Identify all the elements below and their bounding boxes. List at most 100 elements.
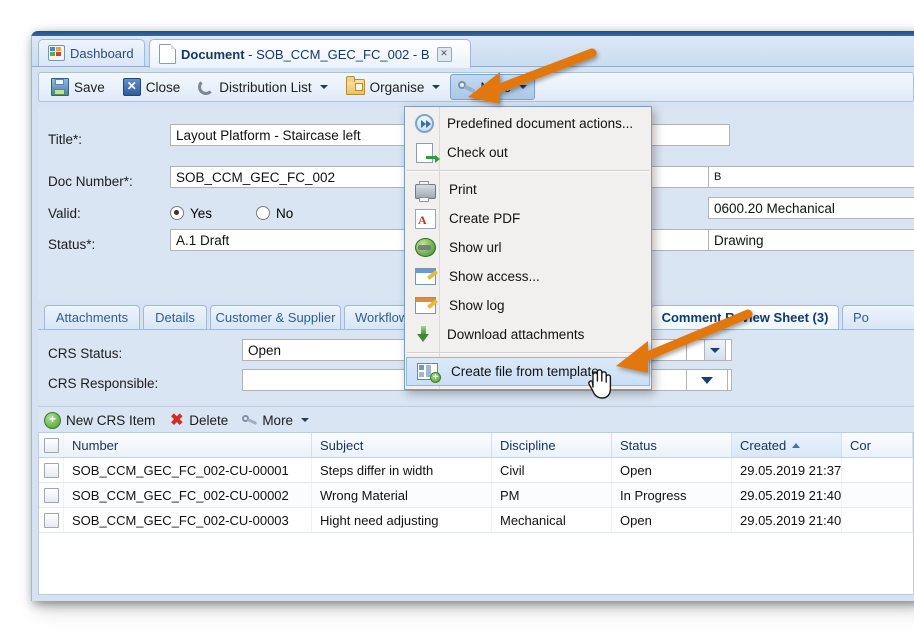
menu-item-label: Download attachments [447,327,584,342]
column-header-discipline[interactable]: Discipline [492,433,612,457]
check-out-icon [415,143,434,162]
new-crs-item-button[interactable]: + New CRS Item [44,412,155,429]
doc-number-input-value: SOB_CCM_GEC_FC_002 [176,170,335,185]
organise-button-label: Organise [370,80,425,95]
tab-portfolio[interactable]: Po [842,305,914,329]
discipline-input[interactable]: 0600.20 Mechanical [708,197,914,219]
menu-item-download-attachments[interactable]: Download attachments [405,320,651,349]
cell-cor [842,508,913,532]
menu-item-show-access[interactable]: Show access... [405,262,651,291]
menu-item-label: Check out [447,145,508,160]
status-input-value: A.1 Draft [176,233,229,248]
folder-organise-icon [346,79,365,95]
menu-item-label: Create PDF [449,211,520,226]
chevron-down-icon [301,418,309,422]
window-tab-dashboard[interactable]: Dashboard [38,39,145,66]
tab-label: Po [853,310,869,325]
close-button-label: Close [146,80,181,95]
title-input-value: Layout Platform - Staircase left [176,128,361,143]
chevron-down-icon [432,85,440,89]
close-icon[interactable]: ✕ [437,47,452,62]
table-row[interactable]: SOB_CCM_GEC_FC_002-CU-00003 Hight need a… [39,508,913,533]
tab-customer-supplier[interactable]: Customer & Supplier [210,305,341,329]
menu-separator [407,170,649,172]
more-button[interactable]: More [450,74,535,100]
cell-status: In Progress [612,483,732,507]
wrench-icon [458,80,475,95]
tab-comment-review-sheet[interactable]: Comment Review Sheet (3) [651,305,839,329]
grid-more-button[interactable]: More [242,413,309,428]
distribution-list-button[interactable]: Distribution List [190,74,335,100]
crs-status-value: Open [248,343,281,358]
distribution-list-icon [198,79,214,95]
column-label: Created [740,438,786,453]
close-icon: ✕ [123,78,141,96]
document-icon [159,44,176,64]
dashboard-icon [48,45,65,61]
doc-type-input-value: Drawing [714,233,764,248]
tab-label: Details [155,310,195,325]
menu-separator [407,352,649,354]
wrench-icon [242,414,257,427]
dropdown-button[interactable] [704,340,725,360]
select-all-checkbox[interactable] [44,438,59,453]
menu-item-check-out[interactable]: Check out [405,138,651,167]
menu-item-print[interactable]: Print [405,175,651,204]
title-label: Title*: [48,132,82,147]
doc-number-field-row: Doc Number*: [48,168,133,194]
crs-status-dropdown[interactable] [686,339,726,361]
valid-field-row: Valid: [48,200,81,226]
row-select-cell[interactable] [39,458,64,482]
screenshot-root: Dashboard Document - SOB_CCM_GEC_FC_002 … [0,0,914,632]
tab-details[interactable]: Details [143,305,207,329]
select-all-cell[interactable] [39,433,64,457]
save-button[interactable]: Save [43,74,113,100]
column-label: Status [620,438,657,453]
column-header-created[interactable]: Created [732,433,842,457]
organise-button[interactable]: Organise [338,74,449,100]
column-header-cor[interactable]: Cor [842,433,913,457]
delete-x-icon: ✖ [169,413,184,428]
new-crs-item-label: New CRS Item [66,413,155,428]
crs-items-grid: Number Subject Discipline Status Created [38,432,914,595]
window-tab-label: Dashboard [70,46,134,61]
doc-type-input[interactable]: Drawing [708,229,914,251]
delete-button[interactable]: ✖ Delete [169,413,228,428]
revision-input[interactable]: B [708,166,914,188]
save-button-label: Save [74,80,105,95]
access-key-icon [415,268,436,285]
row-select-cell[interactable] [39,508,64,532]
menu-item-predefined-document-actions[interactable]: Predefined document actions... [405,109,651,138]
window-tab-label: Document - SOB_CCM_GEC_FC_002 - B [181,47,430,62]
crs-responsible-dropdown[interactable] [686,369,728,391]
valid-radio-yes[interactable]: Yes [170,206,212,221]
crs-status-label: CRS Status: [48,346,122,361]
menu-item-show-url[interactable]: Show url [405,233,651,262]
table-row[interactable]: SOB_CCM_GEC_FC_002-CU-00001 Steps differ… [39,458,913,483]
cell-number: SOB_CCM_GEC_FC_002-CU-00003 [64,508,312,532]
dropdown-button[interactable] [687,370,727,390]
status-field-row: Status*: [48,231,95,257]
column-header-number[interactable]: Number [64,433,312,457]
tab-attachments[interactable]: Attachments [44,305,140,329]
log-pencil-icon [415,297,436,314]
column-header-subject[interactable]: Subject [312,433,492,457]
crs-responsible-label: CRS Responsible: [48,376,158,391]
row-checkbox[interactable] [44,463,59,478]
valid-radio-no[interactable]: No [256,206,293,221]
row-checkbox[interactable] [44,488,59,503]
menu-item-show-log[interactable]: Show log [405,291,651,320]
window-tab-document[interactable]: Document - SOB_CCM_GEC_FC_002 - B ✕ [149,39,471,68]
menu-item-create-pdf[interactable]: Create PDF [405,204,651,233]
revision-input-value: B [714,171,721,183]
close-button[interactable]: ✕ Close [115,74,189,100]
menu-item-create-file-from-template[interactable]: Create file from template [406,357,650,386]
cell-cor [842,458,913,482]
printer-icon [415,184,436,199]
grid-header-row: Number Subject Discipline Status Created [39,433,913,458]
column-header-status[interactable]: Status [612,433,732,457]
row-select-cell[interactable] [39,483,64,507]
table-row[interactable]: SOB_CCM_GEC_FC_002-CU-00002 Wrong Materi… [39,483,913,508]
menu-item-label: Show access... [449,269,540,284]
row-checkbox[interactable] [44,513,59,528]
